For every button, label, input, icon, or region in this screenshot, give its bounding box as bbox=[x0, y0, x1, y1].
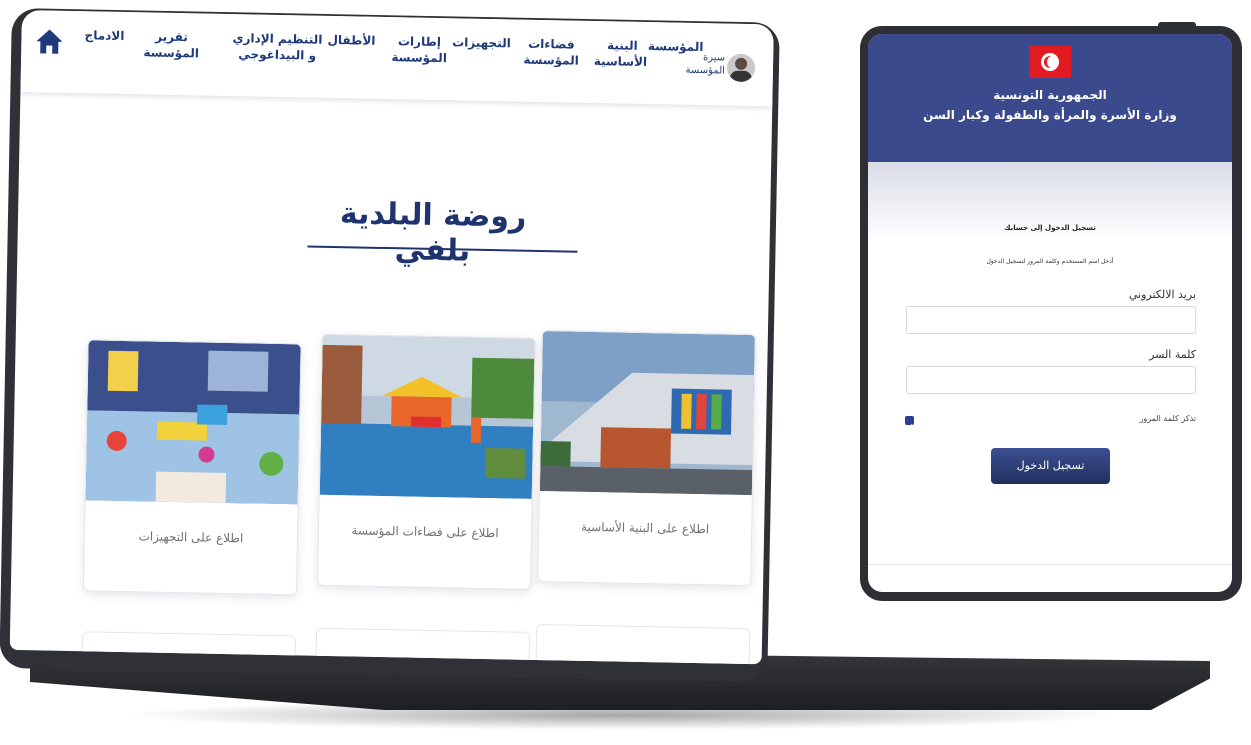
home-icon[interactable] bbox=[35, 28, 63, 55]
avatar-head bbox=[734, 57, 748, 70]
nav-item-integration[interactable]: الادماج bbox=[79, 27, 129, 44]
password-label: كلمة السر bbox=[1149, 348, 1196, 361]
nav-item-organization[interactable]: التنظيم الإداري و البيداغوجي bbox=[227, 30, 328, 64]
card-label: اطلاع على البنية الأساسية bbox=[581, 519, 710, 537]
republic-title: الجمهورية التونسية bbox=[993, 88, 1107, 102]
avatar-body bbox=[729, 70, 752, 85]
tunisia-flag-icon bbox=[1029, 46, 1071, 78]
login-title: تسجيل الدخول إلى حسابك bbox=[1004, 224, 1096, 232]
remember-checkbox[interactable] bbox=[905, 416, 914, 430]
tablet-screen: الجمهورية التونسية وزارة الأسرة والمرأة … bbox=[868, 34, 1232, 592]
footer-divider bbox=[868, 564, 1232, 565]
laptop-screen: الادماج تقرير المؤسسة التنظيم الإداري و … bbox=[9, 10, 774, 665]
email-label: بريد الالكتروني bbox=[1128, 288, 1196, 301]
nav-item-equipment[interactable]: التجهيزات bbox=[451, 34, 511, 51]
flag-crescent-cut bbox=[1047, 56, 1057, 68]
card-spaces[interactable]: اطلاع على فضاءات المؤسسة bbox=[317, 333, 536, 590]
card-label: اطلاع على التجهيزات bbox=[138, 529, 244, 546]
page-title: روضة البلدية بلفي bbox=[339, 196, 527, 269]
ministry-title: وزارة الأسرة والمرأة والطفولة وكبار السن bbox=[923, 108, 1177, 122]
building-image bbox=[539, 331, 755, 496]
playground-image bbox=[319, 334, 535, 499]
playroom-image bbox=[85, 340, 301, 505]
card-partial[interactable] bbox=[535, 623, 751, 665]
top-navbar: الادماج تقرير المؤسسة التنظيم الإداري و … bbox=[20, 10, 774, 107]
user-name: سيرة المؤسسة bbox=[685, 52, 726, 77]
nav-item-children[interactable]: الأطفال bbox=[327, 32, 375, 49]
nav-item-report[interactable]: تقرير المؤسسة bbox=[143, 28, 200, 61]
email-field[interactable] bbox=[906, 306, 1196, 334]
nav-item-infrastructure[interactable]: البنية الأساسية bbox=[594, 37, 648, 70]
login-header: الجمهورية التونسية وزارة الأسرة والمرأة … bbox=[868, 34, 1232, 162]
card-equipment[interactable]: اطلاع على التجهيزات bbox=[82, 339, 302, 596]
nav-item-spaces[interactable]: فضاءات المؤسسة bbox=[523, 36, 580, 69]
login-button[interactable]: تسجيل الدخول bbox=[991, 448, 1110, 484]
password-field[interactable] bbox=[906, 366, 1196, 394]
login-subtitle: أدخل اسم المستخدم وكلمة المرور لتسجيل ال… bbox=[986, 258, 1114, 265]
avatar[interactable] bbox=[724, 51, 758, 85]
remember-label: تذكر كلمة المرور bbox=[1139, 414, 1196, 423]
card-label: اطلاع على فضاءات المؤسسة bbox=[351, 523, 499, 541]
card-infrastructure[interactable]: اطلاع على البنية الأساسية bbox=[537, 330, 756, 587]
check-icon bbox=[906, 424, 913, 430]
nav-item-staff[interactable]: إطارات المؤسسة bbox=[389, 33, 450, 66]
